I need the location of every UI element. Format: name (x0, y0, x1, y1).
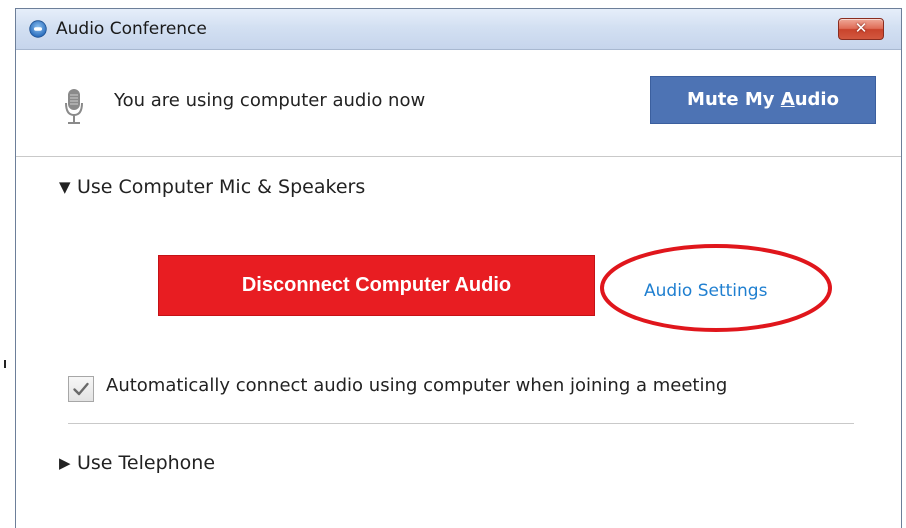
computer-audio-section-toggle[interactable]: ▼ Use Computer Mic & Speakers (59, 176, 365, 198)
audio-conference-icon (29, 20, 47, 38)
telephone-section-toggle[interactable]: ▶ Use Telephone (59, 452, 215, 474)
mute-label-prefix: Mute My (687, 89, 781, 110)
page: Audio Conference ✕ You are using compute… (0, 0, 906, 528)
checkmark-icon (73, 382, 89, 396)
mute-label-suffix: udio (794, 89, 839, 110)
computer-audio-section-label: Use Computer Mic & Speakers (77, 176, 366, 198)
disconnect-computer-audio-button[interactable]: Disconnect Computer Audio (158, 255, 595, 316)
telephone-section-label: Use Telephone (77, 452, 216, 474)
mute-label-accesskey: A (780, 89, 795, 110)
microphone-icon (65, 89, 83, 124)
audio-status-text: You are using computer audio now (114, 90, 426, 111)
stray-mark (4, 360, 6, 368)
close-button[interactable]: ✕ (838, 18, 884, 40)
window-title: Audio Conference (56, 19, 207, 39)
close-icon: ✕ (854, 19, 868, 37)
auto-connect-checkbox[interactable] (68, 376, 94, 402)
expanded-caret-icon: ▼ (59, 178, 71, 196)
mute-my-audio-button[interactable]: Mute My Audio (650, 76, 876, 124)
collapsed-caret-icon: ▶ (59, 454, 71, 472)
section-divider (68, 423, 854, 424)
audio-conference-window: Audio Conference ✕ You are using compute… (15, 8, 902, 528)
auto-connect-label[interactable]: Automatically connect audio using comput… (106, 375, 727, 396)
audio-settings-link[interactable]: Audio Settings (644, 281, 767, 301)
audio-status-row: You are using computer audio now Mute My… (16, 50, 901, 157)
title-bar[interactable]: Audio Conference ✕ (16, 9, 901, 50)
